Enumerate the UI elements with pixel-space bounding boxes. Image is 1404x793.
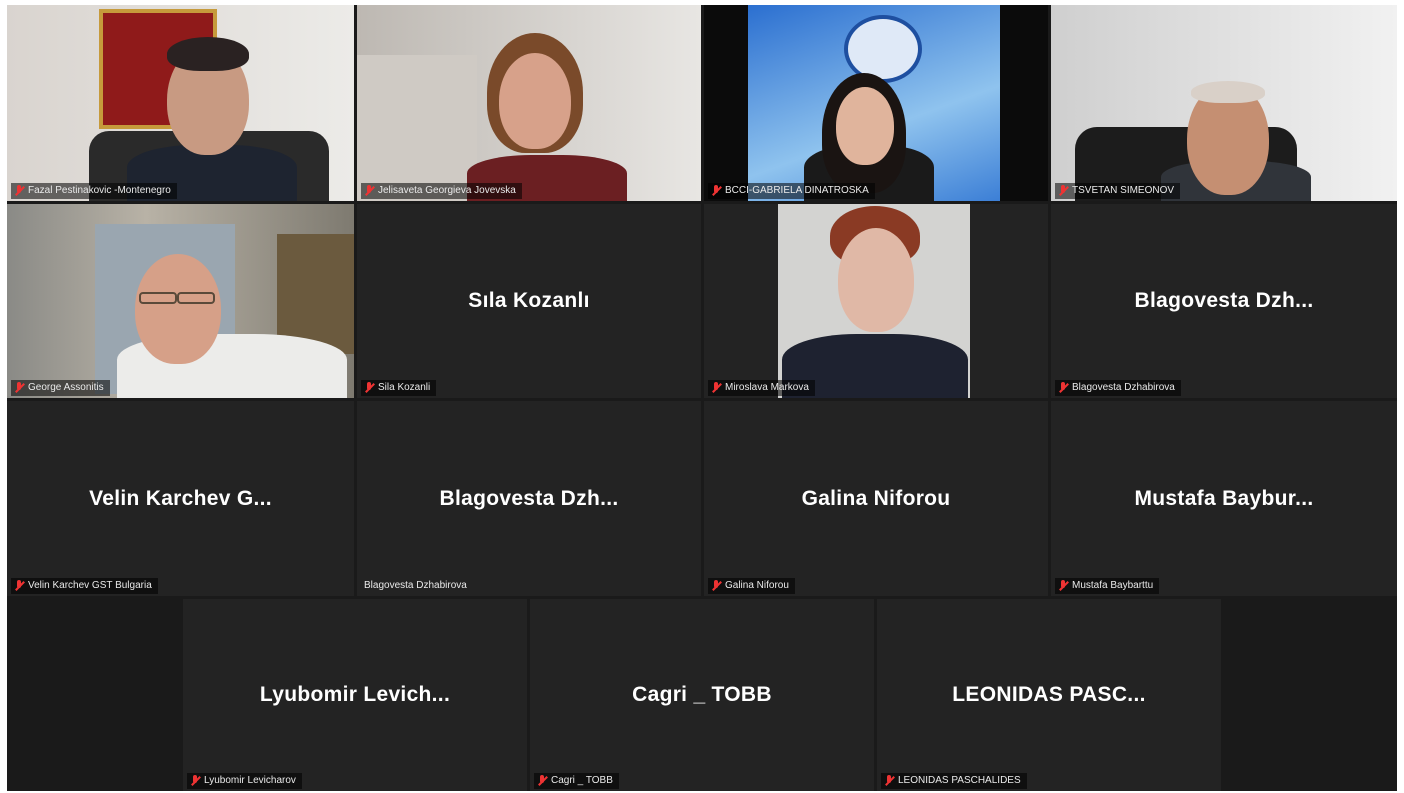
microphone-muted-icon [1058, 580, 1068, 592]
microphone-muted-icon [14, 580, 24, 592]
microphone-muted-icon [364, 382, 374, 394]
participant-video-2 [357, 5, 701, 201]
microphone-muted-icon [14, 382, 24, 394]
participant-name-label: Fazal Pestinakovic -Montenegro [11, 183, 177, 199]
participant-name-label: Lyubomir Levicharov [187, 773, 302, 789]
video-gallery: Fazal Pestinakovic -Montenegro Jelisavet… [7, 5, 1397, 791]
microphone-muted-icon [1058, 382, 1068, 394]
participant-name-label: Sila Kozanli [361, 380, 437, 396]
microphone-muted-icon [537, 775, 547, 787]
participant-tile-5[interactable]: George Assonitis [7, 204, 354, 398]
participant-tile-2[interactable]: Jelisaveta Georgieva Jovevska [357, 5, 701, 201]
participant-display-name: Blagovesta Dzh... [1134, 289, 1314, 312]
participant-name-label: Velin Karchev GST Bulgaria [11, 578, 158, 594]
participant-tile-12[interactable]: Mustafa Baybur... Mustafa Baybarttu [1051, 401, 1397, 596]
participant-name-label: TSVETAN SIMEONOV [1055, 183, 1181, 199]
logo-emblem-image [844, 15, 922, 83]
participant-display-name: Cagri _ TOBB [632, 683, 772, 706]
participant-tile-1[interactable]: Fazal Pestinakovic -Montenegro [7, 5, 354, 201]
microphone-muted-icon [14, 185, 24, 197]
microphone-muted-icon [190, 775, 200, 787]
participant-video-3 [704, 5, 1048, 201]
microphone-muted-icon [1058, 185, 1068, 197]
participant-display-name: Mustafa Baybur... [1134, 486, 1314, 510]
participant-name-label: LEONIDAS PASCHALIDES [881, 773, 1027, 789]
participant-tile-7[interactable]: Miroslava Markova [704, 204, 1048, 398]
microphone-muted-icon [884, 775, 894, 787]
participant-name-label: Cagri _ TOBB [534, 773, 619, 789]
microphone-muted-icon [364, 185, 374, 197]
participant-video-5 [7, 204, 354, 398]
participant-display-name: LEONIDAS PASC... [952, 683, 1146, 706]
participant-name-label: Blagovesta Dzhabirova [1055, 380, 1181, 396]
participant-video-4 [1051, 5, 1397, 201]
participant-tile-10[interactable]: Blagovesta Dzh... Blagovesta Dzhabirova [357, 401, 701, 596]
participant-name-label: George Assonitis [11, 380, 110, 396]
microphone-muted-icon [711, 185, 721, 197]
participant-video-7 [704, 204, 1048, 398]
participant-name-label: Blagovesta Dzhabirova [364, 580, 467, 591]
participant-display-name: Lyubomir Levich... [259, 683, 451, 706]
participant-display-name: Velin Karchev G... [89, 486, 272, 510]
participant-tile-9[interactable]: Velin Karchev G... Velin Karchev GST Bul… [7, 401, 354, 596]
participant-video-1 [7, 5, 354, 201]
microphone-muted-icon [711, 580, 721, 592]
participant-name-label: BCCI-GABRIELA DINATROSKA [708, 183, 875, 199]
participant-name-label: Jelisaveta Georgieva Jovevska [361, 183, 522, 199]
participant-display-name: Galina Niforou [801, 486, 951, 510]
participant-display-name: Blagovesta Dzh... [439, 486, 619, 510]
microphone-muted-icon [711, 382, 721, 394]
participant-tile-4[interactable]: TSVETAN SIMEONOV [1051, 5, 1397, 201]
participant-tile-6[interactable]: Sıla Kozanlı Sila Kozanli [357, 204, 701, 398]
participant-tile-14[interactable]: Cagri _ TOBB Cagri _ TOBB [530, 599, 874, 791]
participant-name-label: Galina Niforou [708, 578, 795, 594]
participant-name-label: Miroslava Markova [708, 380, 815, 396]
participant-tile-13[interactable]: Lyubomir Levich... Lyubomir Levicharov [183, 599, 527, 791]
participant-name-label: Mustafa Baybarttu [1055, 578, 1160, 594]
participant-tile-3[interactable]: BCCI-GABRIELA DINATROSKA [704, 5, 1048, 201]
participant-display-name: Sıla Kozanlı [468, 289, 590, 312]
participant-tile-11[interactable]: Galina Niforou Galina Niforou [704, 401, 1048, 596]
participant-tile-15[interactable]: LEONIDAS PASC... LEONIDAS PASCHALIDES [877, 599, 1221, 791]
participant-tile-8[interactable]: Blagovesta Dzh... Blagovesta Dzhabirova [1051, 204, 1397, 398]
